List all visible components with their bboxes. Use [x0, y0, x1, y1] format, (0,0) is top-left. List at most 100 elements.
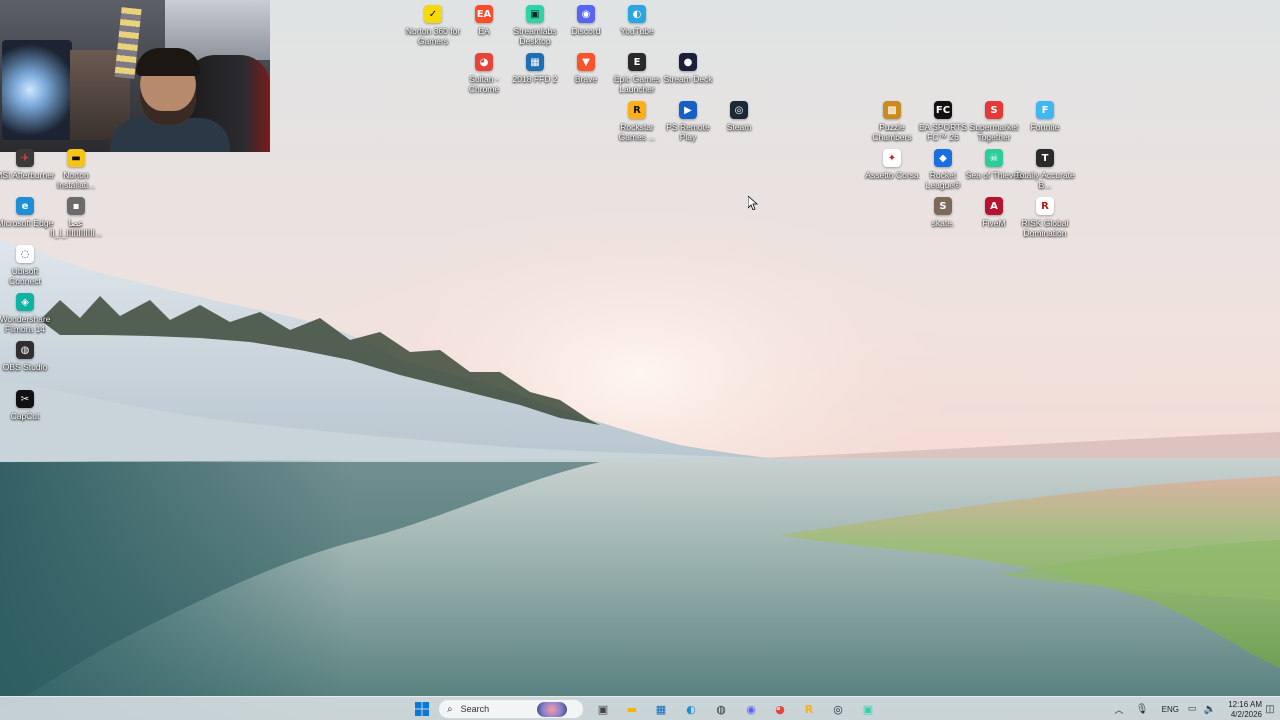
- desktop-icon-supermarket[interactable]: S Supermarket Together: [967, 101, 1021, 142]
- desktop-icon-label: Wondershare Filmora 14: [0, 314, 51, 334]
- webcam-overlay: [0, 0, 270, 152]
- chrome-taskbar-icon[interactable]: ◕: [769, 700, 791, 718]
- task-view-icon[interactable]: ▣: [592, 700, 614, 718]
- notification-bell-icon[interactable]: ◫: [1262, 700, 1278, 718]
- discord-icon: ◉: [577, 5, 595, 23]
- desktop-icon-filmora[interactable]: ◈ Wondershare Filmora 14: [0, 293, 52, 334]
- rocket-league-icon: ◆: [934, 149, 952, 167]
- search-icon: ⌕: [447, 703, 453, 715]
- webcam-person-hair: [136, 48, 200, 76]
- desktop-icon-label: Ubisoft Connect: [9, 266, 41, 286]
- desktop-icon-eafc[interactable]: FC EA SPORTS FC™ 26: [916, 101, 970, 142]
- desktop-icon-ea[interactable]: EA EA: [457, 5, 511, 36]
- fivem-icon: A: [985, 197, 1003, 215]
- chrome-icon: ◕: [475, 53, 493, 71]
- file-explorer-icon[interactable]: ▬: [621, 700, 643, 718]
- rockstar-taskbar-icon[interactable]: R: [798, 700, 820, 718]
- desktop-icon-fivem[interactable]: A FiveM: [967, 197, 1021, 228]
- taskbar-search-box[interactable]: ⌕ Search: [438, 699, 584, 719]
- webcam-pc-case: [2, 40, 72, 140]
- desktop-icon-streamdeck[interactable]: ● Stream Deck: [661, 53, 715, 84]
- desktop-icon-sultan[interactable]: ◕ Sultan - Chrome: [457, 53, 511, 94]
- microsoft-store-icon[interactable]: ▦: [650, 700, 672, 718]
- mouse-cursor: [748, 196, 758, 210]
- folder-icon: ▬: [67, 149, 85, 167]
- clock[interactable]: 12:16 AM 4/2/2026: [1218, 699, 1262, 719]
- desktop-icon-brave[interactable]: ▼ Brave: [559, 53, 613, 84]
- obs-taskbar-icon[interactable]: ◍: [710, 700, 732, 718]
- desktop-icon-label: RISK Global Domination: [1021, 218, 1069, 238]
- start-button[interactable]: [411, 700, 433, 718]
- clock-time: 12:16 AM: [1228, 700, 1262, 709]
- file-icon: ▪: [67, 197, 85, 215]
- msi-afterburner-icon: ✈: [16, 149, 34, 167]
- shortcut-icon: ▦: [526, 53, 544, 71]
- discord-taskbar-icon[interactable]: ◉: [740, 700, 762, 718]
- desktop-icon-risk[interactable]: R RISK Global Domination: [1018, 197, 1072, 238]
- desktop-icon-norton-install[interactable]: ▬ Norton Installati...: [49, 149, 103, 190]
- desktop-icon-rocketleague[interactable]: ◆ Rocket League®: [916, 149, 970, 190]
- desktop-icon-label: CapCut: [10, 411, 40, 421]
- rockstar-icon: R: [628, 101, 646, 119]
- microphone-icon[interactable]: 🎙: [1134, 700, 1150, 718]
- desktop-icon-skate[interactable]: Sskate.: [916, 197, 970, 228]
- assetto-corsa-icon: ✦: [883, 149, 901, 167]
- desktop-icon-seaofthieves[interactable]: ☠ Sea of Thieves: [966, 149, 1022, 180]
- desktop-icon-discord[interactable]: ◉ Discord: [559, 5, 613, 36]
- capcut-icon: ✂: [16, 390, 34, 408]
- edge-icon: e: [16, 197, 34, 215]
- desktop-icon-streamlabs[interactable]: ▣ Streamlabs Desktop: [508, 5, 562, 46]
- ubisoft-icon: ◌: [16, 245, 34, 263]
- desktop-icon-label: YouTube: [620, 26, 654, 36]
- taskbar: ⌕ Search ▣ ▬ ▦ ◐ ◍ ◉ ◕ R ◎ ▣ ︿ ENG 🎙 ▭ 🔈 12:16 AM…: [0, 696, 1280, 720]
- desktop-icon-label: Steam: [726, 122, 752, 132]
- edge-taskbar-icon[interactable]: ◐: [680, 700, 702, 718]
- desktop-icon-epic[interactable]: E Epic Games Launcher: [610, 53, 664, 94]
- desktop-icon-2018ffd[interactable]: ▦ 2018 FFD 2: [508, 53, 562, 84]
- ps-remote-play-icon: ▶: [679, 101, 697, 119]
- desktop-icon-label: Norton Installati...: [56, 170, 96, 190]
- game-icon: S: [985, 101, 1003, 119]
- search-highlight-icon: [537, 702, 567, 717]
- desktop-icon-label: Stream Deck: [663, 74, 713, 84]
- obs-icon: ◍: [16, 341, 34, 359]
- desktop-icon-capcut[interactable]: ✂ CapCut: [0, 390, 52, 421]
- desktop-icon-psremote[interactable]: ▶ PS Remote Play: [661, 101, 715, 142]
- desktop-icon-label: Fortnite: [1030, 122, 1060, 132]
- brave-icon: ▼: [577, 53, 595, 71]
- norton-icon: ✓: [424, 5, 442, 23]
- sea-of-thieves-icon: ☠: [985, 149, 1003, 167]
- desktop-icon-fortnite[interactable]: F Fortnite: [1018, 101, 1072, 132]
- desktop-icon-ubisoft[interactable]: ◌ Ubisoft Connect: [0, 245, 52, 286]
- desktop-icon-norton360[interactable]: ✓ Norton 360 for Gamers: [406, 5, 460, 46]
- windows-logo-icon: [415, 702, 429, 716]
- desktop-icon-assetto[interactable]: ✦ Assetto Corsa: [865, 149, 919, 180]
- desktop-icon-arabic[interactable]: ▪ ﻋﺼﺎ ﺍﺍﺍﺍﺍﺍﺍﺍﺍﺍﺍﺍ_ﺍ_ﺍﺍ...: [49, 197, 103, 238]
- steam-icon: ◎: [730, 101, 748, 119]
- ea-fc-icon: FC: [934, 101, 952, 119]
- game-icon: T: [1036, 149, 1054, 167]
- game-icon: ▩: [883, 101, 901, 119]
- desktop-icon-youtube[interactable]: ◐ YouTube: [610, 5, 664, 36]
- fortnite-icon: F: [1036, 101, 1054, 119]
- desktop-icon-obs[interactable]: ◍ OBS Studio: [0, 341, 52, 372]
- language-indicator[interactable]: ENG: [1155, 705, 1179, 714]
- filmora-icon: ◈: [16, 293, 34, 311]
- volume-icon[interactable]: 🔈: [1202, 700, 1218, 718]
- risk-icon: R: [1036, 197, 1054, 215]
- ea-icon: EA: [475, 5, 493, 23]
- desktop-icon-rockstar[interactable]: R Rockstar Games ...: [610, 101, 664, 142]
- steam-taskbar-icon[interactable]: ◎: [827, 700, 849, 718]
- desktop-icon-label: Totally Accurate B...: [1015, 170, 1075, 190]
- skate-icon: S: [934, 197, 952, 215]
- desktop-icon-totallyaccurate[interactable]: T Totally Accurate B...: [1015, 149, 1075, 190]
- network-icon[interactable]: ▭: [1184, 700, 1200, 718]
- desktop-icon-msiafterburner[interactable]: ✈ MSI Afterburner: [0, 149, 55, 180]
- clock-date: 4/2/2026: [1230, 710, 1262, 719]
- desktop-icon-steam[interactable]: ◎ Steam: [712, 101, 766, 132]
- show-hidden-icons-button[interactable]: ︿: [1110, 700, 1128, 718]
- desktop-icon-puzzle[interactable]: ▩ Puzzle Chambers: [865, 101, 919, 142]
- desktop-icon-edge[interactable]: e Microsoft Edge: [0, 197, 53, 228]
- search-placeholder: Search: [460, 704, 490, 714]
- streamlabs-taskbar-icon[interactable]: ▣: [857, 700, 879, 718]
